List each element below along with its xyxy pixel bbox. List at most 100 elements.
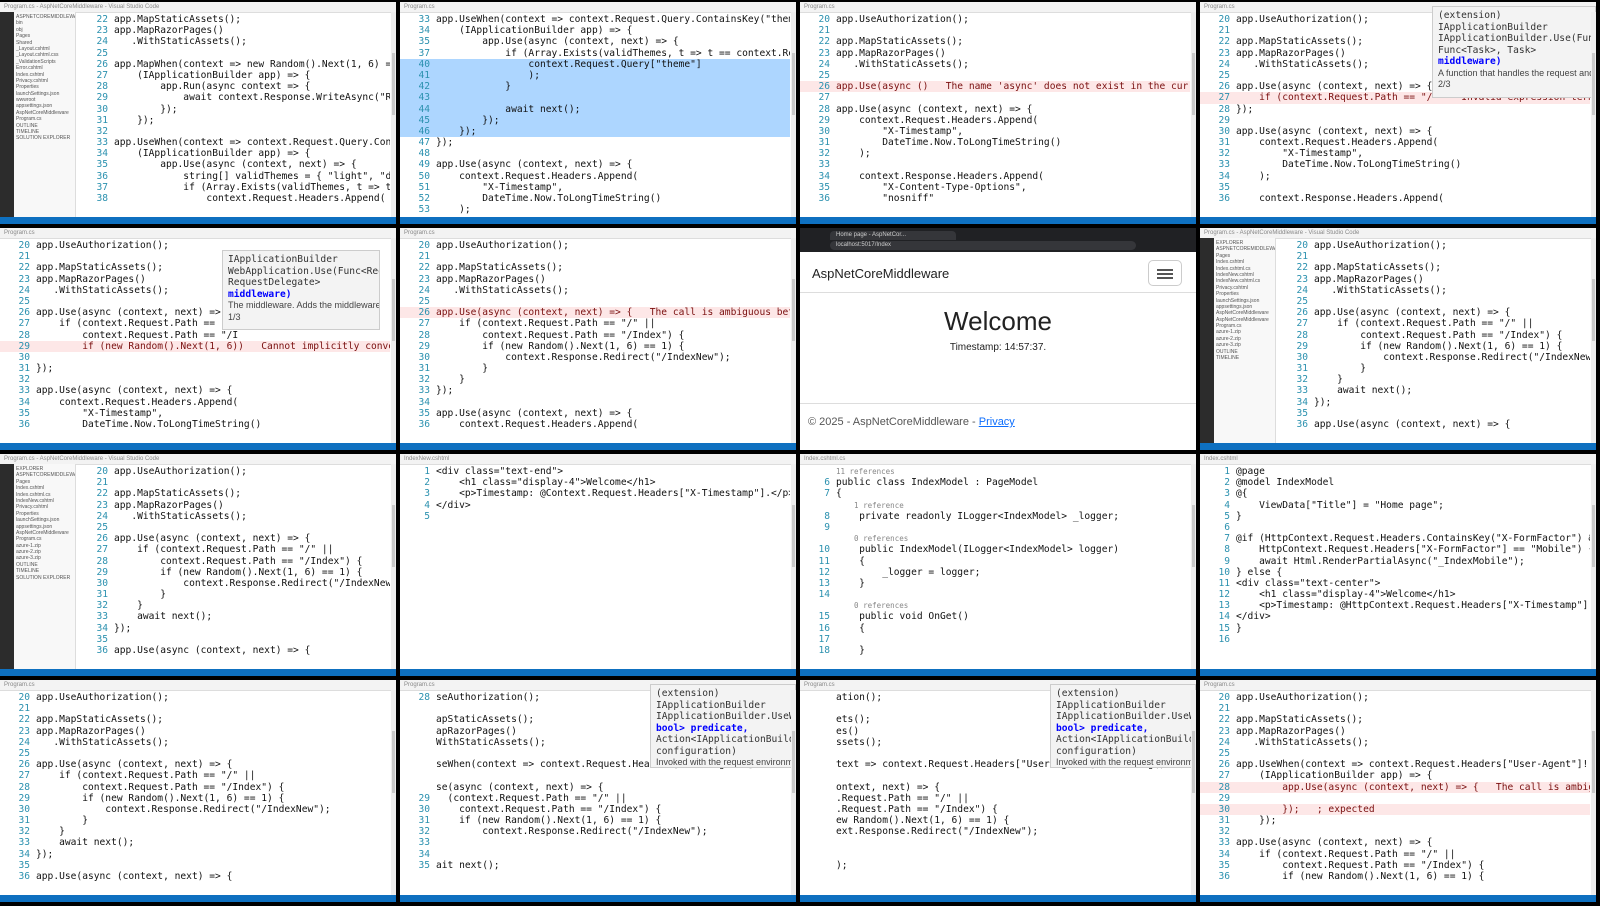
code-editor[interactable]: 33 app.UseWhen(context => context.Request… (400, 14, 790, 216)
code-text: ew Random().Next(1, 6) == 1) { (836, 815, 1010, 827)
line-number: 40 (418, 58, 430, 70)
vertical-scrollbar[interactable] (1191, 12, 1196, 217)
code-text: context.Request.Path == "/Index") { (114, 555, 363, 567)
vertical-scrollbar[interactable] (791, 12, 796, 217)
code-text: app.MapRazorPages() (836, 47, 946, 59)
code-line: 45 }); (400, 114, 790, 126)
window-tile: Program.cs 20 app.UseAuthorization(); 21 22 a… (400, 228, 796, 450)
line-number: 11 (818, 555, 830, 567)
code-editor[interactable]: 1 <div class="text-end"> 2 <h1 class="disp… (400, 466, 790, 668)
code-editor[interactable]: 20 app.UseAuthorization(); 21 22 app.MapStat… (0, 692, 390, 894)
explorer-item[interactable]: SOLUTION EXPLORER (16, 135, 73, 141)
line-number: 33 (96, 611, 108, 623)
code-line: 24 .WithStaticAssets(); (0, 737, 390, 748)
code-text: } (1314, 374, 1343, 386)
navbar-brand[interactable]: AspNetCoreMiddleware (812, 266, 949, 281)
explorer-item[interactable]: ASPNETCOREMIDDLEWARE (16, 14, 75, 20)
code-line: 16 (1200, 634, 1590, 645)
vertical-scrollbar[interactable] (391, 12, 396, 217)
code-text: app.MapStaticAssets(); (1236, 714, 1364, 726)
code-text: context.Request.Headers.Append( (436, 170, 639, 182)
timestamp-text: Timestamp: 14:57:37. (949, 342, 1047, 353)
code-line: 15} (1200, 623, 1590, 634)
line-number: 25 (1296, 295, 1308, 307)
line-number: 24 (18, 284, 30, 296)
window-tile: Program.cs 20 app.UseAuthorization(); 21 22 a… (1200, 680, 1596, 902)
vertical-scrollbar[interactable] (391, 238, 396, 443)
line-number: 34 (418, 396, 430, 408)
activity-bar[interactable] (0, 464, 14, 669)
code-line: 35 ait next(); (400, 860, 790, 871)
code-text: apRazorPages() (436, 725, 517, 737)
vertical-scrollbar[interactable] (1191, 690, 1196, 895)
code-line: 25 (1278, 296, 1590, 307)
vertical-scrollbar[interactable] (791, 690, 796, 895)
activity-bar[interactable] (1200, 238, 1214, 443)
code-line: 44 await next(); (400, 103, 790, 115)
line-number: 4 (424, 499, 430, 511)
code-text: }); (436, 125, 477, 137)
code-line: 32 ); (800, 148, 1190, 159)
code-line: 20 app.UseAuthorization(); (400, 240, 790, 251)
code-line: 29 await context.Response.WriteAsync("Ra… (78, 92, 390, 103)
code-text: }); (436, 385, 454, 397)
code-text: .WithStaticAssets(); (36, 736, 169, 748)
vertical-scrollbar[interactable] (1591, 690, 1596, 895)
code-editor[interactable]: 22 app.MapStaticAssets(); 23 app.MapRazorPa… (78, 14, 390, 216)
browser-tab[interactable]: Home page - AspNetCor... (830, 231, 956, 240)
explorer-item[interactable]: ASPNETCOREMIDDLEWARE (16, 472, 75, 478)
code-editor[interactable]: 11 references 6 public class IndexModel : … (800, 466, 1190, 668)
line-number: 20 (818, 14, 830, 25)
vertical-scrollbar[interactable] (791, 238, 796, 443)
code-editor[interactable]: 20 app.UseAuthorization(); 21 22 app.MapStat… (1200, 692, 1590, 894)
code-text: app.Use(async (context, next) => { The c… (436, 307, 790, 319)
code-line: 24 .WithStaticAssets(); (400, 285, 790, 296)
explorer-item[interactable]: SOLUTION EXPLORER (16, 575, 73, 581)
line-number: 23 (96, 499, 108, 511)
line-number: 44 (418, 103, 430, 115)
code-editor[interactable]: 20 app.UseAuthorization(); 21 22 app.MapStat… (78, 466, 390, 668)
line-number: 26 (818, 81, 830, 93)
hamburger-menu-button[interactable] (1148, 260, 1182, 286)
vertical-scrollbar[interactable] (1591, 12, 1596, 217)
code-text: app.MapRazorPages() (1314, 273, 1424, 285)
privacy-link[interactable]: Privacy (979, 416, 1015, 428)
code-line: 29 context.Request.Headers.Append( (800, 115, 1190, 126)
code-text: "X-Timestamp", (836, 125, 964, 137)
line-number: 34 (96, 148, 108, 160)
line-number: 1 (424, 466, 430, 477)
code-line: 11 <div class="text-center"> (1200, 578, 1590, 589)
line-number: 22 (1218, 36, 1230, 48)
vertical-scrollbar[interactable] (1191, 464, 1196, 669)
vertical-scrollbar[interactable] (1591, 238, 1596, 443)
code-text: app.Use(async (context, next) => { (1236, 837, 1433, 849)
code-editor[interactable]: 20 app.UseAuthorization(); 21 22 app.MapStat… (800, 14, 1190, 216)
line-number: 29 (418, 340, 430, 352)
code-text: HttpContext.Request.Headers["X-FormFacto… (1236, 544, 1590, 556)
vertical-scrollbar[interactable] (1591, 464, 1596, 669)
line-number: 36 (96, 645, 108, 656)
code-line: 36 DateTime.Now.ToLongTimeString() (0, 419, 390, 430)
line-number: 28 (418, 692, 430, 703)
line-number: 23 (1218, 725, 1230, 737)
code-line: 29 (1200, 793, 1590, 804)
code-editor[interactable]: 20 app.UseAuthorization(); 21 22 app.MapStat… (400, 240, 790, 442)
tooltip-signature-line: configuration) (656, 745, 737, 757)
address-bar[interactable]: localhost:5017/Index (830, 241, 1136, 250)
code-line: 25 (800, 70, 1190, 81)
vertical-scrollbar[interactable] (391, 464, 396, 669)
code-editor[interactable]: 1 @page 2 @model IndexModel 3 @{4 ViewData["T… (1200, 466, 1590, 668)
explorer-item[interactable]: TIMELINE (1216, 355, 1273, 361)
line-number: 49 (418, 159, 430, 171)
hamburger-bar-icon (1157, 269, 1173, 271)
code-editor[interactable]: 20 app.UseAuthorization(); 21 22 app.MapStat… (1278, 240, 1590, 442)
explorer-item[interactable]: AspNetCoreMiddleware (1216, 310, 1273, 316)
explorer-item[interactable]: ASPNETCOREMIDDLEWARE (1216, 246, 1275, 252)
vertical-scrollbar[interactable] (391, 690, 396, 895)
vertical-scrollbar[interactable] (791, 464, 796, 669)
line-number: 36 (18, 871, 30, 882)
code-text: } (436, 374, 465, 386)
activity-bar[interactable] (0, 12, 14, 217)
tooltip-description: Invoked with the request environm (1056, 757, 1194, 767)
